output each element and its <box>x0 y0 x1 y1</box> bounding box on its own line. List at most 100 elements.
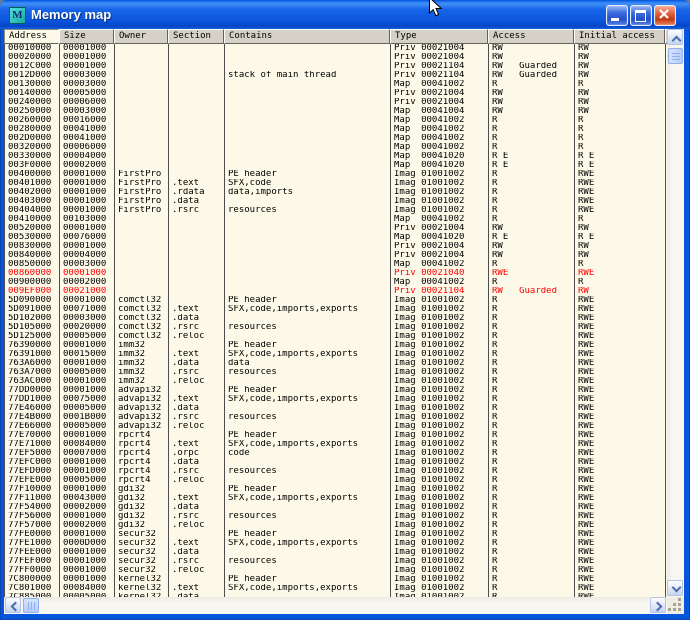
table-row[interactable]: 0083000000001000Priv 00021004RWRW <box>5 242 668 251</box>
table-row[interactable]: 0002000000001000Priv 00021004RWRW <box>5 53 668 62</box>
table-row[interactable]: 77F1100000043000gdi32.textSFX,code,impor… <box>5 494 668 503</box>
column-header-contains[interactable]: Contains <box>224 29 390 44</box>
table-row[interactable]: 7639000000001000imm32PE headerImag 01001… <box>5 341 668 350</box>
table-row[interactable]: 0014000000005000Priv 00021004RWRW <box>5 89 668 98</box>
column-header-initial-access[interactable]: Initial access <box>574 29 665 44</box>
horizontal-scroll-thumb[interactable] <box>23 598 39 613</box>
table-row[interactable]: 77FE000000001000secur32PE headerImag 010… <box>5 530 668 539</box>
table-row[interactable]: 0040000000001000FirstProPE headerImag 01… <box>5 170 668 179</box>
access-cell: R <box>489 125 575 134</box>
table-row[interactable]: 77FF000000001000secur32.relocImag 010010… <box>5 566 668 575</box>
table-row[interactable]: 763AC00000001000imm32.relocImag 01001002… <box>5 377 668 386</box>
maximize-button[interactable] <box>630 5 652 26</box>
table-row[interactable]: 0040400000001000FirstPro.rsrcresourcesIm… <box>5 206 668 215</box>
table-row[interactable]: 0033000000004000Map 00041020R ER E <box>5 152 668 161</box>
table-row[interactable]: 77DD100000075000advapi32.textSFX,code,im… <box>5 395 668 404</box>
table-row[interactable]: 77EFD00000001000rpcrt4.rsrcresourcesImag… <box>5 467 668 476</box>
table-row[interactable]: 77E7100000084000rpcrt4.textSFX,code,impo… <box>5 440 668 449</box>
table-row[interactable]: 0026000000016000Map 00041002RR <box>5 116 668 125</box>
size-cell: 00001000 <box>60 458 115 467</box>
section-cell: .reloc <box>169 332 225 341</box>
close-button[interactable] <box>654 5 676 26</box>
address-cell: 00530000 <box>5 233 60 242</box>
table-row[interactable]: 77F5600000001000gdi32.rsrcresourcesImag … <box>5 512 668 521</box>
table-row[interactable]: 0012C00000001000Priv 00021104RW GuardedR… <box>5 62 668 71</box>
table-row[interactable]: 0085000000003000Map 00041002RR <box>5 260 668 269</box>
contains-cell <box>225 80 391 89</box>
table-row[interactable]: 0040100000001000FirstPro.textSFX,codeIma… <box>5 179 668 188</box>
horizontal-scrollbar[interactable] <box>4 597 667 614</box>
contains-cell: PE header <box>225 341 391 350</box>
table-row[interactable]: 7C80100000084000kernel32.textSFX,code,im… <box>5 584 668 593</box>
table-row[interactable]: 5D10200000003000comctl32.dataImag 010010… <box>5 314 668 323</box>
owner-cell: advapi32 <box>115 404 169 413</box>
type-cell: Imag 01001002 <box>391 413 489 422</box>
access-cell: R <box>489 296 575 305</box>
table-row[interactable]: 0013000000003000Map 00041002RR <box>5 80 668 89</box>
table-row[interactable]: 77E7000000001000rpcrt4PE headerImag 0100… <box>5 431 668 440</box>
table-row[interactable]: 77E4600000005000advapi32.dataImag 010010… <box>5 404 668 413</box>
minimize-button[interactable] <box>606 5 628 26</box>
table-row[interactable]: 003F000000002000Map 00041020R ER E <box>5 161 668 170</box>
table-row[interactable]: 763A700000005000imm32.rsrcresourcesImag … <box>5 368 668 377</box>
scroll-left-button[interactable] <box>5 597 21 613</box>
scroll-down-button[interactable] <box>667 580 683 596</box>
titlebar[interactable]: M Memory map <box>0 0 690 29</box>
vertical-scroll-thumb[interactable] <box>668 48 683 64</box>
initial-access-cell: RW <box>575 62 666 71</box>
column-header-size[interactable]: Size <box>59 29 114 44</box>
table-row[interactable]: 0086000000001000Priv 00021040RWERWE <box>5 269 668 278</box>
table-row[interactable]: 77DD000000001000advapi32PE headerImag 01… <box>5 386 668 395</box>
table-row[interactable]: 7639100000015000imm32.textSFX,code,impor… <box>5 350 668 359</box>
resize-grip[interactable] <box>667 597 684 614</box>
table-row[interactable]: 0053000000076000Map 00041020R ER E <box>5 233 668 242</box>
table-row[interactable]: 0024000000006000Priv 00021004RWRW <box>5 98 668 107</box>
size-cell: 00001000 <box>60 170 115 179</box>
column-header-owner[interactable]: Owner <box>114 29 168 44</box>
table-row[interactable]: 0001000000001000Priv 00021004RWRW <box>5 44 668 53</box>
table-row[interactable]: 77FEF00000001000secur32.rsrcresourcesIma… <box>5 557 668 566</box>
table-row[interactable]: 0032000000006000Map 00041002RR <box>5 143 668 152</box>
table-row[interactable]: 0028000000041000Map 00041002RR <box>5 125 668 134</box>
column-header-section[interactable]: Section <box>168 29 224 44</box>
table-row[interactable]: 77F5400000002000gdi32.dataImag 01001002R… <box>5 503 668 512</box>
table-row[interactable]: 5D09000000001000comctl32PE headerImag 01… <box>5 296 668 305</box>
size-cell: 00001000 <box>60 386 115 395</box>
table-row[interactable]: 7C80000000001000kernel32PE headerImag 01… <box>5 575 668 584</box>
address-cell: 00830000 <box>5 242 60 251</box>
scroll-up-button[interactable] <box>667 29 683 45</box>
address-cell: 77EF5000 <box>5 449 60 458</box>
table-row[interactable]: 763A600000001000imm32.datadataImag 01001… <box>5 359 668 368</box>
access-cell: R <box>489 134 575 143</box>
column-header-access[interactable]: Access <box>488 29 574 44</box>
contains-cell: resources <box>225 413 391 422</box>
table-row[interactable]: 5D12500000005000comctl32.relocImag 01001… <box>5 332 668 341</box>
table-row[interactable]: 77E6600000005000advapi32.relocImag 01001… <box>5 422 668 431</box>
section-cell <box>169 242 225 251</box>
table-row[interactable]: 77FEE00000001000secur32.dataImag 0100100… <box>5 548 668 557</box>
table-row[interactable]: 77EFE00000005000rpcrt4.relocImag 0100100… <box>5 476 668 485</box>
table-row[interactable]: 0040200000001000FirstPro.rdatadata,impor… <box>5 188 668 197</box>
table-row[interactable]: 0012D00000003000stack of main threadPriv… <box>5 71 668 80</box>
table-row[interactable]: 0040300000001000FirstPro.dataImag 010010… <box>5 197 668 206</box>
initial-access-cell: R <box>575 278 666 287</box>
table-row[interactable]: 009EF00000021000Priv 00021104RW GuardedR… <box>5 287 668 296</box>
table-row[interactable]: 0025000000003000Map 00041004RWRW <box>5 107 668 116</box>
scroll-right-button[interactable] <box>650 597 666 613</box>
table-row[interactable]: 0052000000001000Priv 00021004RWRW <box>5 224 668 233</box>
column-header-address[interactable]: Address <box>4 29 59 44</box>
column-header-type[interactable]: Type <box>390 29 488 44</box>
table-row[interactable]: 5D10500000020000comctl32.rsrcresourcesIm… <box>5 323 668 332</box>
table-row[interactable]: 5D09100000071000comctl32.textSFX,code,im… <box>5 305 668 314</box>
table-row[interactable]: 77EFC00000001000rpcrt4.dataImag 01001002… <box>5 458 668 467</box>
table-row[interactable]: 0090000000002000Map 00041002RR <box>5 278 668 287</box>
table-row[interactable]: 77EF500000007000rpcrt4.orpccodeImag 0100… <box>5 449 668 458</box>
table-row[interactable]: 77F5700000002000gdi32.relocImag 01001002… <box>5 521 668 530</box>
table-row[interactable]: 77E4B0000001B000advapi32.rsrcresourcesIm… <box>5 413 668 422</box>
table-row[interactable]: 77F1000000001000gdi32PE headerImag 01001… <box>5 485 668 494</box>
table-row[interactable]: 0084000000004000Priv 00021004RWRW <box>5 251 668 260</box>
table-row[interactable]: 77FE10000000D000secur32.textSFX,code,imp… <box>5 539 668 548</box>
table-row[interactable]: 002D000000041000Map 00041002RR <box>5 134 668 143</box>
table-row[interactable]: 0041000000103000Map 00041002RR <box>5 215 668 224</box>
vertical-scrollbar[interactable] <box>667 29 684 597</box>
